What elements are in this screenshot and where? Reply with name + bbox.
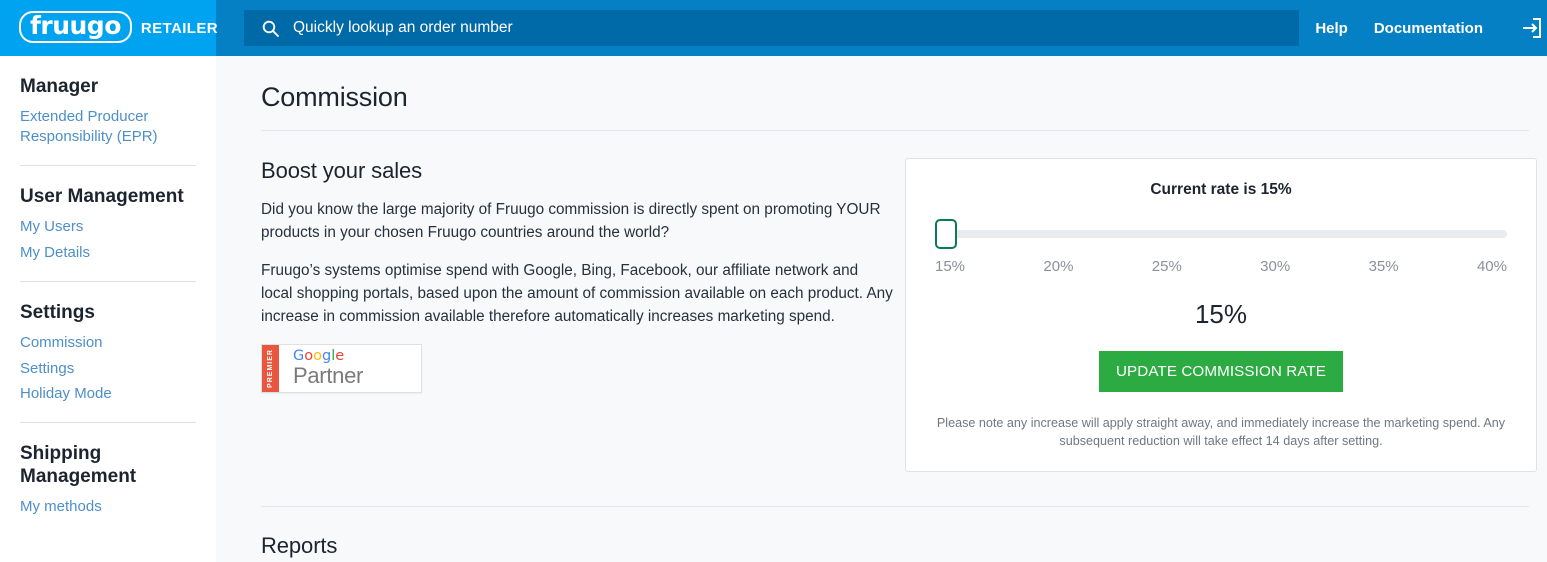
slider-tick-25: 25%	[1152, 258, 1182, 275]
boost-paragraph-1: Did you know the large majority of Fruug…	[261, 199, 893, 244]
sidebar-heading-user-management: User Management	[20, 185, 196, 208]
google-partner-premier-label: PREMIER	[267, 349, 274, 388]
sidebar-item-epr[interactable]: Extended Producer Responsibility (EPR)	[20, 107, 196, 147]
sidebar-group-user-management: User Management My Users My Details	[0, 185, 216, 263]
page-title: Commission	[261, 56, 1529, 130]
google-partner-badge: PREMIER Google Partner	[261, 344, 422, 393]
slider-tick-30: 30%	[1260, 258, 1290, 275]
google-partner-body: Google Partner	[279, 345, 421, 392]
sidebar-item-my-users[interactable]: My Users	[20, 217, 196, 237]
google-letter-g1: G	[293, 348, 304, 364]
sidebar-item-commission[interactable]: Commission	[20, 333, 196, 353]
sidebar-nav: Manager Extended Producer Responsibility…	[0, 56, 216, 562]
sidebar-item-my-methods[interactable]: My methods	[20, 497, 196, 517]
reports-heading: Reports	[261, 507, 1529, 559]
app-root: fruugo RETAILER Help Documentation	[0, 0, 1547, 562]
commission-note: Please note any increase will apply stra…	[935, 415, 1507, 451]
search-area	[216, 0, 1315, 56]
slider-tick-labels: 15% 20% 25% 30% 35% 40%	[935, 258, 1507, 275]
slider-track[interactable]	[935, 230, 1507, 238]
update-commission-rate-button[interactable]: UPDATE COMMISSION RATE	[1099, 351, 1343, 392]
documentation-link[interactable]: Documentation	[1374, 20, 1483, 37]
sidebar-heading-shipping-management: Shipping Management	[20, 442, 196, 488]
current-rate-label: Current rate is 15%	[935, 181, 1507, 199]
search-input[interactable]	[293, 19, 1281, 37]
sidebar-group-shipping-management: Shipping Management My methods	[0, 442, 216, 517]
sidebar-divider-3	[20, 422, 196, 423]
update-button-row: UPDATE COMMISSION RATE	[935, 351, 1507, 392]
top-right-links: Help Documentation	[1315, 0, 1547, 56]
boost-your-sales-column: Boost your sales Did you know the large …	[261, 158, 893, 472]
slider-tick-35: 35%	[1369, 258, 1399, 275]
slider-tick-40: 40%	[1477, 258, 1507, 275]
selected-rate-value: 15%	[935, 299, 1507, 330]
commission-slider[interactable]	[935, 219, 1507, 249]
fruugo-logo: fruugo	[19, 11, 132, 42]
boost-paragraph-2: Fruugo’s systems optimise spend with Goo…	[261, 260, 893, 328]
slider-tick-20: 20%	[1043, 258, 1073, 275]
google-wordmark: Google	[293, 349, 421, 364]
google-letter-o2: o	[313, 348, 322, 364]
google-partner-label: Partner	[293, 364, 421, 387]
google-partner-premier-strip: PREMIER	[262, 345, 279, 392]
commission-card-column: Current rate is 15% 15% 20% 25% 30% 35% …	[905, 158, 1537, 472]
slider-tick-15: 15%	[935, 258, 965, 275]
sidebar-divider-2	[20, 281, 196, 282]
commission-section: Boost your sales Did you know the large …	[261, 131, 1529, 472]
google-letter-o1: o	[304, 348, 313, 364]
fruugo-logo-text: fruugo	[19, 11, 132, 42]
help-link[interactable]: Help	[1315, 20, 1348, 37]
sidebar-heading-settings: Settings	[20, 301, 196, 324]
search-box[interactable]	[244, 10, 1299, 46]
google-letter-g2: g	[322, 348, 331, 364]
logout-icon[interactable]	[1517, 15, 1543, 41]
main-content: Commission Boost your sales Did you know…	[216, 56, 1547, 562]
search-icon	[262, 20, 279, 37]
sidebar-divider-1	[20, 165, 196, 166]
top-header-bar: fruugo RETAILER Help Documentation	[0, 0, 1547, 56]
commission-card: Current rate is 15% 15% 20% 25% 30% 35% …	[905, 158, 1537, 472]
sidebar-group-settings: Settings Commission Settings Holiday Mod…	[0, 301, 216, 405]
brand-logo-area[interactable]: fruugo RETAILER	[0, 0, 216, 56]
brand-retailer-label: RETAILER	[141, 20, 218, 37]
sidebar-heading-manager: Manager	[20, 75, 196, 98]
sidebar-item-my-details[interactable]: My Details	[20, 243, 196, 263]
sidebar-item-holiday-mode[interactable]: Holiday Mode	[20, 384, 196, 404]
sidebar-item-settings[interactable]: Settings	[20, 359, 196, 379]
sidebar-group-manager: Manager Extended Producer Responsibility…	[0, 75, 216, 147]
boost-heading: Boost your sales	[261, 158, 893, 184]
google-letter-e: e	[335, 348, 344, 364]
body-row: Manager Extended Producer Responsibility…	[0, 56, 1547, 562]
slider-handle[interactable]	[935, 219, 957, 249]
